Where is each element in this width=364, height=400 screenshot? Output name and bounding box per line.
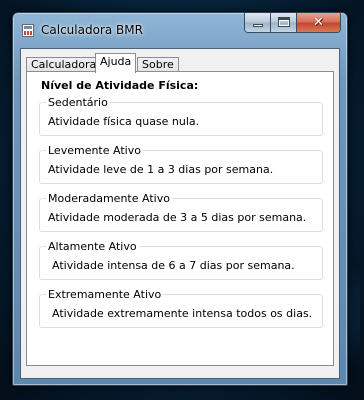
- group-title: Levemente Ativo: [46, 144, 143, 157]
- client-area: Calculadora Ajuda Sobre Nível de Ativida…: [20, 48, 340, 379]
- groupbox-extremamente-ativo: Extremamente Ativo Atividade extremament…: [39, 288, 323, 328]
- group-title: Altamente Ativo: [46, 240, 139, 253]
- group-description: Atividade moderada de 3 a 5 dias por sem…: [48, 211, 307, 224]
- group-description: Atividade leve de 1 a 3 dias por semana.: [48, 163, 274, 176]
- close-button[interactable]: ✕: [297, 13, 340, 32]
- minimize-button[interactable]: [245, 13, 271, 32]
- tab-sobre[interactable]: Sobre: [137, 57, 179, 72]
- app-window: Calculadora BMR ✕ Calculadora Ajuda Sobr…: [12, 12, 348, 386]
- window-title: Calculadora BMR: [41, 23, 143, 37]
- section-heading: Nível de Atividade Física:: [41, 79, 199, 92]
- groupbox-levemente-ativo: Levemente Ativo Atividade leve de 1 a 3 …: [39, 144, 323, 184]
- groupbox-moderadamente-ativo: Moderadamente Ativo Atividade moderada d…: [39, 192, 323, 232]
- groupbox-altamente-ativo: Altamente Ativo Atividade intensa de 6 a…: [39, 240, 323, 280]
- tab-calculadora[interactable]: Calculadora: [26, 57, 102, 72]
- tab-strip: Calculadora Ajuda Sobre: [26, 52, 336, 73]
- minimize-icon: [253, 24, 263, 27]
- caption-buttons: ✕: [244, 13, 341, 33]
- tab-ajuda[interactable]: Ajuda: [95, 53, 137, 73]
- maximize-icon: [278, 17, 290, 27]
- title-bar[interactable]: Calculadora BMR ✕: [13, 13, 347, 47]
- group-title: Moderadamente Ativo: [46, 192, 172, 205]
- maximize-button[interactable]: [271, 13, 297, 32]
- group-title: Extremamente Ativo: [46, 288, 164, 301]
- group-description: Atividade intensa de 6 a 7 dias por sema…: [52, 259, 295, 272]
- group-description: Atividade extremamente intensa todos os …: [52, 307, 313, 320]
- group-title: Sedentário: [46, 96, 110, 109]
- tab-page-ajuda: Nível de Atividade Física: Sedentário At…: [26, 71, 334, 366]
- close-icon: ✕: [313, 15, 324, 30]
- groupbox-sedentario: Sedentário Atividade física quase nula.: [39, 96, 323, 136]
- group-description: Atividade física quase nula.: [48, 115, 200, 128]
- calculator-icon[interactable]: [22, 24, 34, 37]
